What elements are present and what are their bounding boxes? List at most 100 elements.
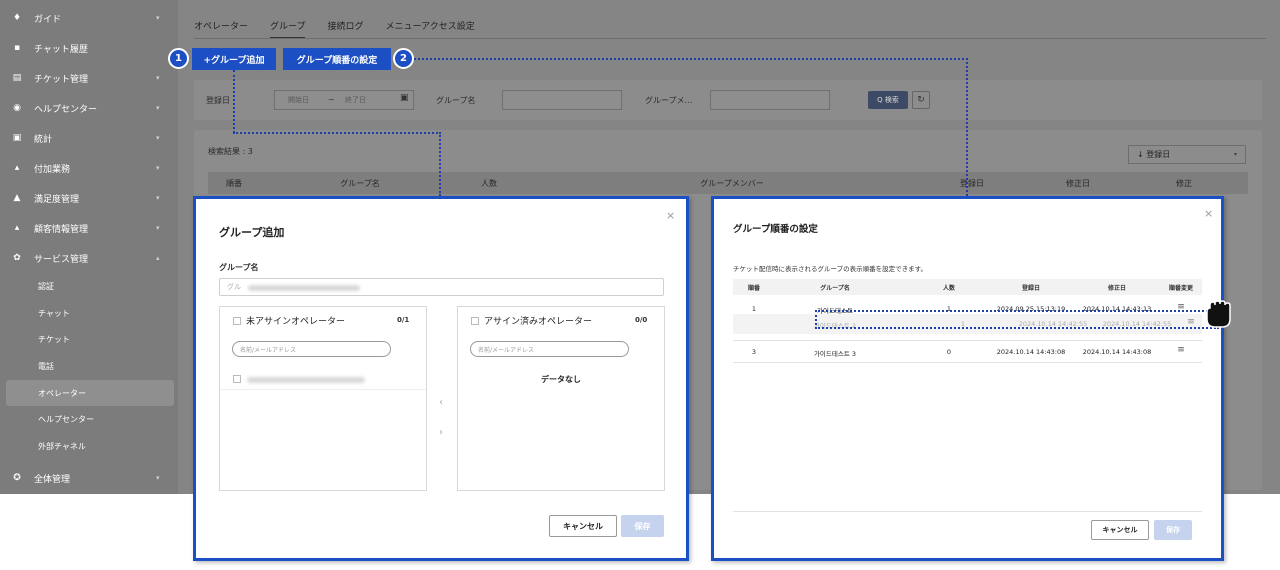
tab-operator[interactable]: オペレーター (194, 14, 248, 39)
stats-icon: ▣ (12, 133, 22, 143)
sidebar-item-chat-history[interactable]: ▪ チャット履歴 (0, 33, 178, 63)
order-table-header: 順番 グループ名 人数 登録日 修正日 順番変更 (733, 279, 1202, 295)
connector-line (414, 58, 968, 60)
group-name-label: グループ名 (436, 96, 476, 105)
chevron-down-icon: ▾ (156, 474, 160, 482)
group-name-input[interactable] (502, 90, 622, 110)
sidebar-item-global-management[interactable]: ✪ 全体管理 ▾ (0, 463, 178, 493)
sidebar-subitem-label: 電話 (38, 361, 54, 371)
table-header: 順番 グループ名 人数 グループメンバー 登録日 修正日 修正 (208, 172, 1248, 194)
sidebar-item-statistics[interactable]: ▣ 統計 ▾ (0, 123, 178, 153)
calendar-icon[interactable]: ▣ (400, 93, 409, 103)
date-label: 登録日 (206, 96, 230, 105)
sidebar-subitem-operator[interactable]: オペレーター (6, 380, 174, 406)
drag-handle-icon[interactable]: ≡ (1177, 345, 1185, 355)
divider (220, 389, 426, 390)
connector-line (966, 58, 968, 196)
group-member-label: グループメ… (645, 96, 693, 105)
group-member-input[interactable] (710, 90, 830, 110)
tab-connection-log[interactable]: 接続ログ (327, 14, 363, 39)
operator-search-input[interactable]: 名前/メールアドレス (232, 341, 391, 357)
move-right-icon[interactable]: › (439, 427, 443, 438)
order-cell: 1 (751, 305, 757, 313)
sidebar-item-label: ガイド (34, 14, 62, 25)
select-all-checkbox[interactable] (471, 317, 479, 325)
tab-group[interactable]: グループ (270, 14, 306, 39)
sidebar-item-label: 顧客情報管理 (34, 224, 89, 235)
search-button[interactable]: Q 検索 (868, 91, 908, 109)
sidebar-subitem-phone[interactable]: 電話 (0, 353, 178, 379)
cancel-button[interactable]: キャンセル (549, 515, 617, 537)
sidebar-subitem-label: ヘルプセンター (38, 414, 94, 424)
column-header: 順番 (747, 285, 761, 292)
save-button[interactable]: 保存 (621, 515, 664, 537)
bulb-icon: ♦ (12, 13, 22, 23)
sidebar-item-help-center[interactable]: ◉ ヘルプセンター ▾ (0, 93, 178, 123)
sidebar-item-guide[interactable]: ♦ ガイド ▾ (0, 3, 178, 33)
sidebar-subitem-chat[interactable]: チャット (0, 300, 178, 326)
sidebar-item-label: ヘルプセンター (34, 104, 98, 115)
sort-select[interactable]: ↓ 登録日 ▾ (1128, 145, 1246, 164)
redacted-text (247, 377, 365, 383)
sidebar-item-label: 統計 (34, 134, 53, 145)
cancel-button[interactable]: キャンセル (1091, 520, 1149, 540)
sidebar-item-additional-tasks[interactable]: ▴ 付加業務 ▾ (0, 153, 178, 183)
group-order-button[interactable]: グループ順番の設定 (283, 48, 391, 70)
unassigned-operators-panel: 未アサインオペレーター 0/1 名前/メールアドレス (219, 306, 427, 491)
modal-title: グループ追加 (219, 226, 285, 239)
chat-icon: ▪ (13, 43, 21, 53)
save-button[interactable]: 保存 (1154, 520, 1192, 540)
close-icon[interactable]: × (666, 209, 675, 222)
column-header: 人数 (942, 285, 956, 292)
sidebar-item-label: チケット管理 (34, 74, 89, 85)
column-header: 人数 (481, 179, 497, 188)
sidebar-subitem-external-channel[interactable]: 外部チャネル (0, 433, 178, 459)
sidebar-item-service-management[interactable]: ✿ サービス管理 ▴ (0, 243, 178, 273)
step-marker-1: 1 (168, 48, 189, 69)
sidebar-item-ticket-management[interactable]: ▤ チケット管理 ▾ (0, 63, 178, 93)
chevron-down-icon: ▾ (156, 14, 160, 22)
sidebar-item-satisfaction[interactable]: ▲ 満足度管理 ▾ (0, 183, 178, 213)
modal-title: グループ順番の設定 (733, 224, 818, 235)
redacted-text (248, 285, 360, 291)
sidebar-item-customer-info[interactable]: ▴ 顧客情報管理 ▾ (0, 213, 178, 243)
panel-count: 0/1 (397, 316, 410, 324)
reset-icon[interactable]: ↻ (912, 91, 930, 109)
select-all-checkbox[interactable] (233, 317, 241, 325)
sidebar-subitem-label: オペレーター (38, 388, 86, 398)
sidebar-subitem-ticket[interactable]: チケット (0, 326, 178, 352)
add-group-button[interactable]: +グループ追加 (192, 48, 276, 70)
chevron-down-icon: ▾ (156, 74, 160, 82)
sidebar-subitem-label: 外部チャネル (38, 441, 86, 451)
empty-state: データなし (541, 375, 581, 384)
sidebar-item-label: 満足度管理 (34, 194, 80, 205)
panel-count: 0/0 (635, 316, 648, 324)
close-icon[interactable]: × (1204, 207, 1213, 220)
sidebar-subitem-help-center[interactable]: ヘルプセンター (0, 406, 178, 432)
chevron-down-icon: ▾ (156, 134, 160, 142)
thumb-icon: ▲ (13, 193, 21, 203)
sidebar-subitem-label: 認証 (38, 281, 54, 291)
sidebar-subitem-auth[interactable]: 認証 (0, 273, 178, 299)
tab-menu-access[interactable]: メニューアクセス設定 (386, 14, 475, 39)
group-name-placeholder: グル (227, 283, 241, 291)
panel-title: アサイン済みオペレーター (484, 317, 593, 327)
row-divider (733, 362, 1202, 363)
operator-search-input[interactable]: 名前/メールアドレス (470, 341, 629, 357)
start-date-placeholder: 開始日 (288, 96, 309, 104)
operator-checkbox[interactable] (233, 375, 241, 383)
customer-icon: ▴ (14, 223, 20, 233)
group-name-cell: 가이드테스트 3 (813, 350, 857, 358)
add-group-modal: × グループ追加 グループ名 グル 未アサインオペレーター 0/1 名前/メール… (193, 196, 689, 561)
sidebar-item-label: チャット履歴 (34, 44, 88, 55)
column-header: 修正日 (1107, 285, 1127, 292)
column-header: 順番変更 (1168, 285, 1194, 292)
connector-line (233, 70, 235, 133)
drag-highlight (815, 310, 1219, 329)
date-tilde: ~ (328, 95, 335, 104)
step-marker-2: 2 (393, 48, 414, 69)
sidebar: ♦ ガイド ▾ ▪ チャット履歴 ▤ チケット管理 ▾ ◉ ヘルプセンター ▾ … (0, 0, 178, 494)
group-name-field[interactable]: グル (219, 278, 664, 296)
move-left-icon[interactable]: ‹ (439, 397, 443, 408)
column-header: グループ名 (820, 285, 850, 292)
